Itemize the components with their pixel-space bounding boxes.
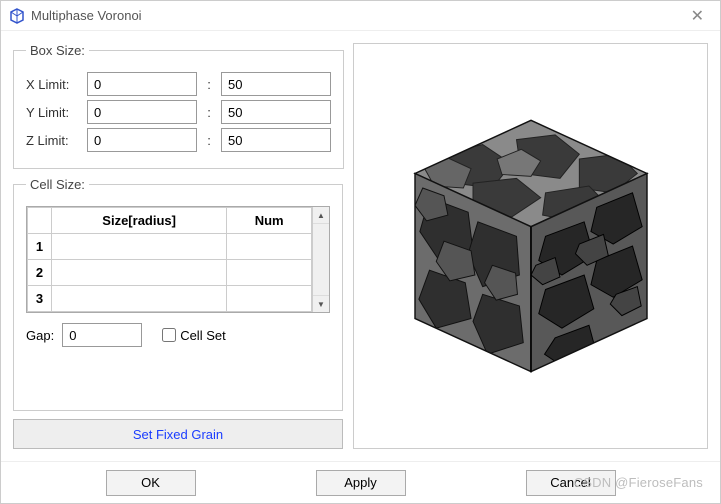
set-fixed-grain-button[interactable]: Set Fixed Grain (13, 419, 343, 449)
x-limit-sep: : (203, 77, 215, 92)
cell-size-legend: Cell Size: (26, 177, 89, 192)
table-corner (28, 208, 52, 234)
table-row[interactable]: 2 (28, 260, 312, 286)
z-limit-min-input[interactable] (87, 128, 197, 152)
content-area: Box Size: X Limit: : Y Limit: : Z (1, 31, 720, 461)
titlebar: Multiphase Voronoi ✕ (1, 1, 720, 31)
x-limit-label: X Limit: (26, 77, 81, 92)
table-scrollbar[interactable]: ▲ ▼ (312, 207, 329, 312)
cell-size[interactable] (52, 260, 227, 286)
apply-button[interactable]: Apply (316, 470, 406, 496)
scroll-up-icon[interactable]: ▲ (313, 207, 329, 224)
window-title: Multiphase Voronoi (31, 8, 683, 23)
col-num-header: Num (227, 208, 312, 234)
cell-size-group: Cell Size: Size[radius] Num 1 (13, 177, 343, 411)
left-column: Box Size: X Limit: : Y Limit: : Z (13, 43, 343, 449)
scroll-down-icon[interactable]: ▼ (313, 295, 329, 312)
cell-count[interactable] (227, 260, 312, 286)
x-limit-min-input[interactable] (87, 72, 197, 96)
table-row[interactable]: 1 (28, 234, 312, 260)
row-num: 3 (28, 286, 52, 312)
close-icon[interactable]: ✕ (683, 6, 712, 26)
row-num: 2 (28, 260, 52, 286)
row-num: 1 (28, 234, 52, 260)
cell-set-label: Cell Set (180, 328, 226, 343)
app-icon (9, 8, 25, 24)
gap-label: Gap: (26, 328, 54, 343)
col-size-header: Size[radius] (52, 208, 227, 234)
cell-size[interactable] (52, 286, 227, 312)
cell-set-box[interactable] (162, 328, 176, 342)
x-limit-max-input[interactable] (221, 72, 331, 96)
cell-size[interactable] (52, 234, 227, 260)
cancel-button[interactable]: Cancel (526, 470, 616, 496)
cell-count[interactable] (227, 234, 312, 260)
ok-button[interactable]: OK (106, 470, 196, 496)
cell-count[interactable] (227, 286, 312, 312)
y-limit-min-input[interactable] (87, 100, 197, 124)
scroll-track[interactable] (313, 224, 329, 295)
y-limit-max-input[interactable] (221, 100, 331, 124)
y-limit-row: Y Limit: : (26, 100, 331, 124)
y-limit-label: Y Limit: (26, 105, 81, 120)
box-size-group: Box Size: X Limit: : Y Limit: : Z (13, 43, 344, 169)
dialog-footer: OK Apply Cancel (1, 461, 720, 503)
dialog-window: Multiphase Voronoi ✕ Box Size: X Limit: … (0, 0, 721, 504)
voronoi-cube-preview (386, 101, 676, 391)
cell-set-checkbox[interactable]: Cell Set (162, 328, 226, 343)
box-size-legend: Box Size: (26, 43, 89, 58)
preview-viewport[interactable] (353, 43, 708, 449)
z-limit-max-input[interactable] (221, 128, 331, 152)
y-limit-sep: : (203, 105, 215, 120)
z-limit-label: Z Limit: (26, 133, 81, 148)
x-limit-row: X Limit: : (26, 72, 331, 96)
table-row[interactable]: 3 (28, 286, 312, 312)
cell-table[interactable]: Size[radius] Num 1 2 (27, 207, 312, 312)
gap-row: Gap: Cell Set (26, 323, 330, 347)
z-limit-sep: : (203, 133, 215, 148)
gap-input[interactable] (62, 323, 142, 347)
z-limit-row: Z Limit: : (26, 128, 331, 152)
right-column (353, 43, 708, 449)
cell-grid: Size[radius] Num 1 2 (26, 206, 330, 313)
